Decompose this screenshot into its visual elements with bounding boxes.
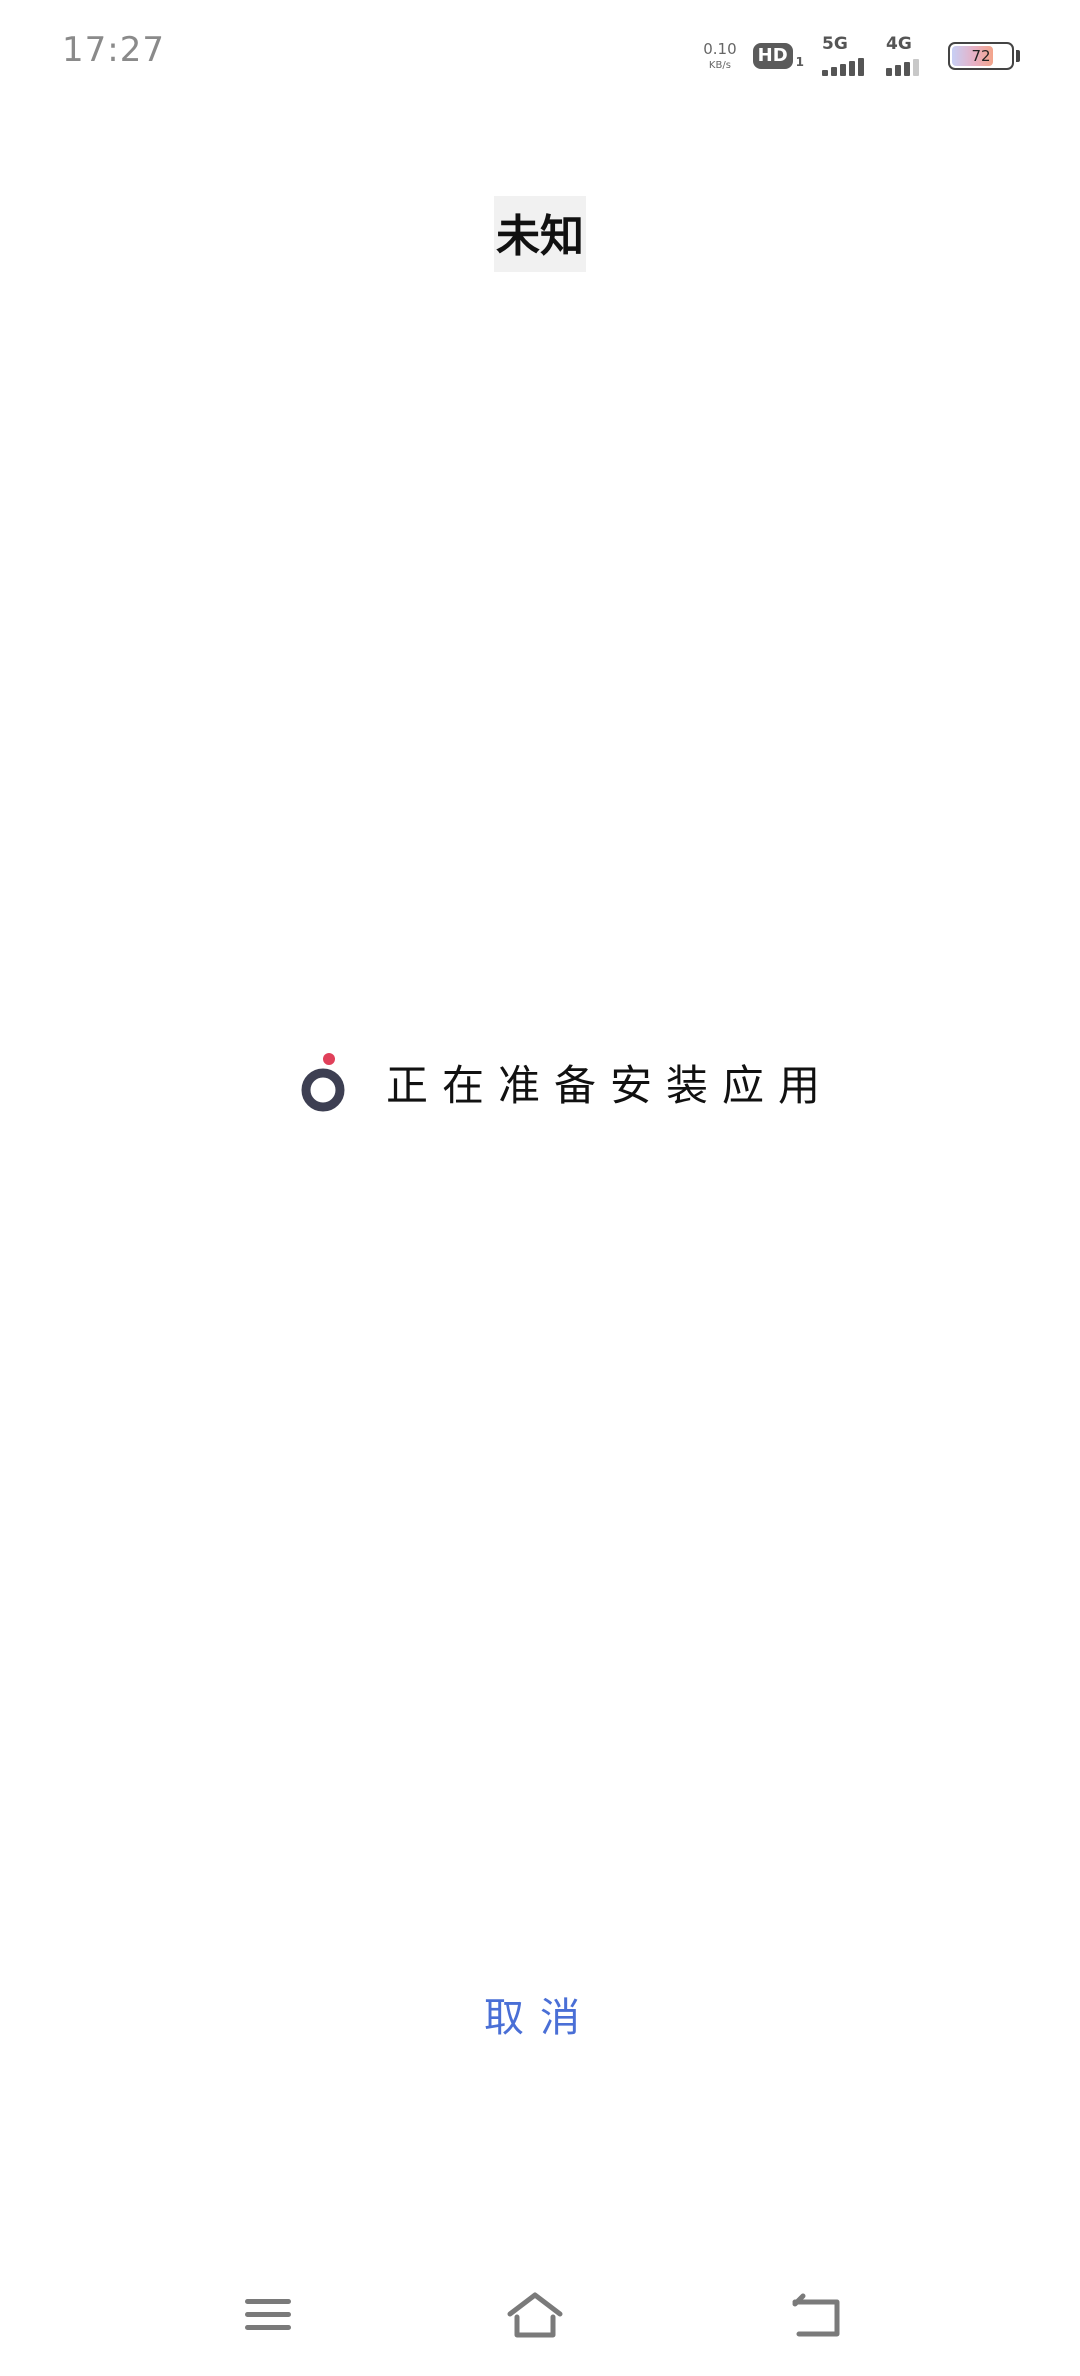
navigation-bar [0, 2270, 1080, 2360]
sim2-network-label: 4G [886, 34, 912, 54]
signal-5g-icon: 5G [820, 34, 868, 78]
network-speed: 0.10 KB/s [703, 39, 737, 71]
app-title: 未知 [494, 196, 586, 272]
back-button[interactable] [772, 2270, 862, 2360]
status-bar: 17:27 0.10 KB/s HD 1 5G 4G 72 [0, 0, 1080, 110]
battery-tip [1016, 50, 1020, 62]
signal-4g-icon: 4G [884, 34, 932, 78]
sim1-signal-bars [822, 58, 864, 76]
hd-label: HD [752, 43, 793, 69]
status-time: 17:27 [62, 30, 165, 70]
sim1-network-label: 5G [822, 34, 848, 54]
network-speed-value: 0.10 [703, 39, 737, 58]
install-progress: 正在准备安装应用 [300, 1050, 834, 1114]
loading-spinner-icon [300, 1050, 346, 1114]
home-icon [507, 2292, 563, 2338]
home-button[interactable] [490, 2270, 580, 2360]
hd-sub-label: 1 [795, 55, 804, 69]
hd-voice-icon: HD 1 [752, 43, 804, 69]
network-speed-unit: KB/s [708, 59, 731, 71]
battery-icon: 72 [948, 42, 1014, 70]
progress-message: 正在准备安装应用 [386, 1060, 835, 1110]
app-title-container: 未知 [0, 196, 1080, 272]
menu-button[interactable] [223, 2270, 313, 2360]
sim2-signal-bars [886, 59, 919, 76]
battery-level: 72 [971, 47, 991, 65]
cancel-button-label: 取消 [484, 1995, 596, 2041]
status-icons: 0.10 KB/s HD 1 5G 4G 72 [703, 34, 1020, 78]
menu-icon [245, 2299, 291, 2330]
back-icon [792, 2293, 840, 2337]
cancel-button[interactable]: 取消 [0, 1985, 1080, 2043]
